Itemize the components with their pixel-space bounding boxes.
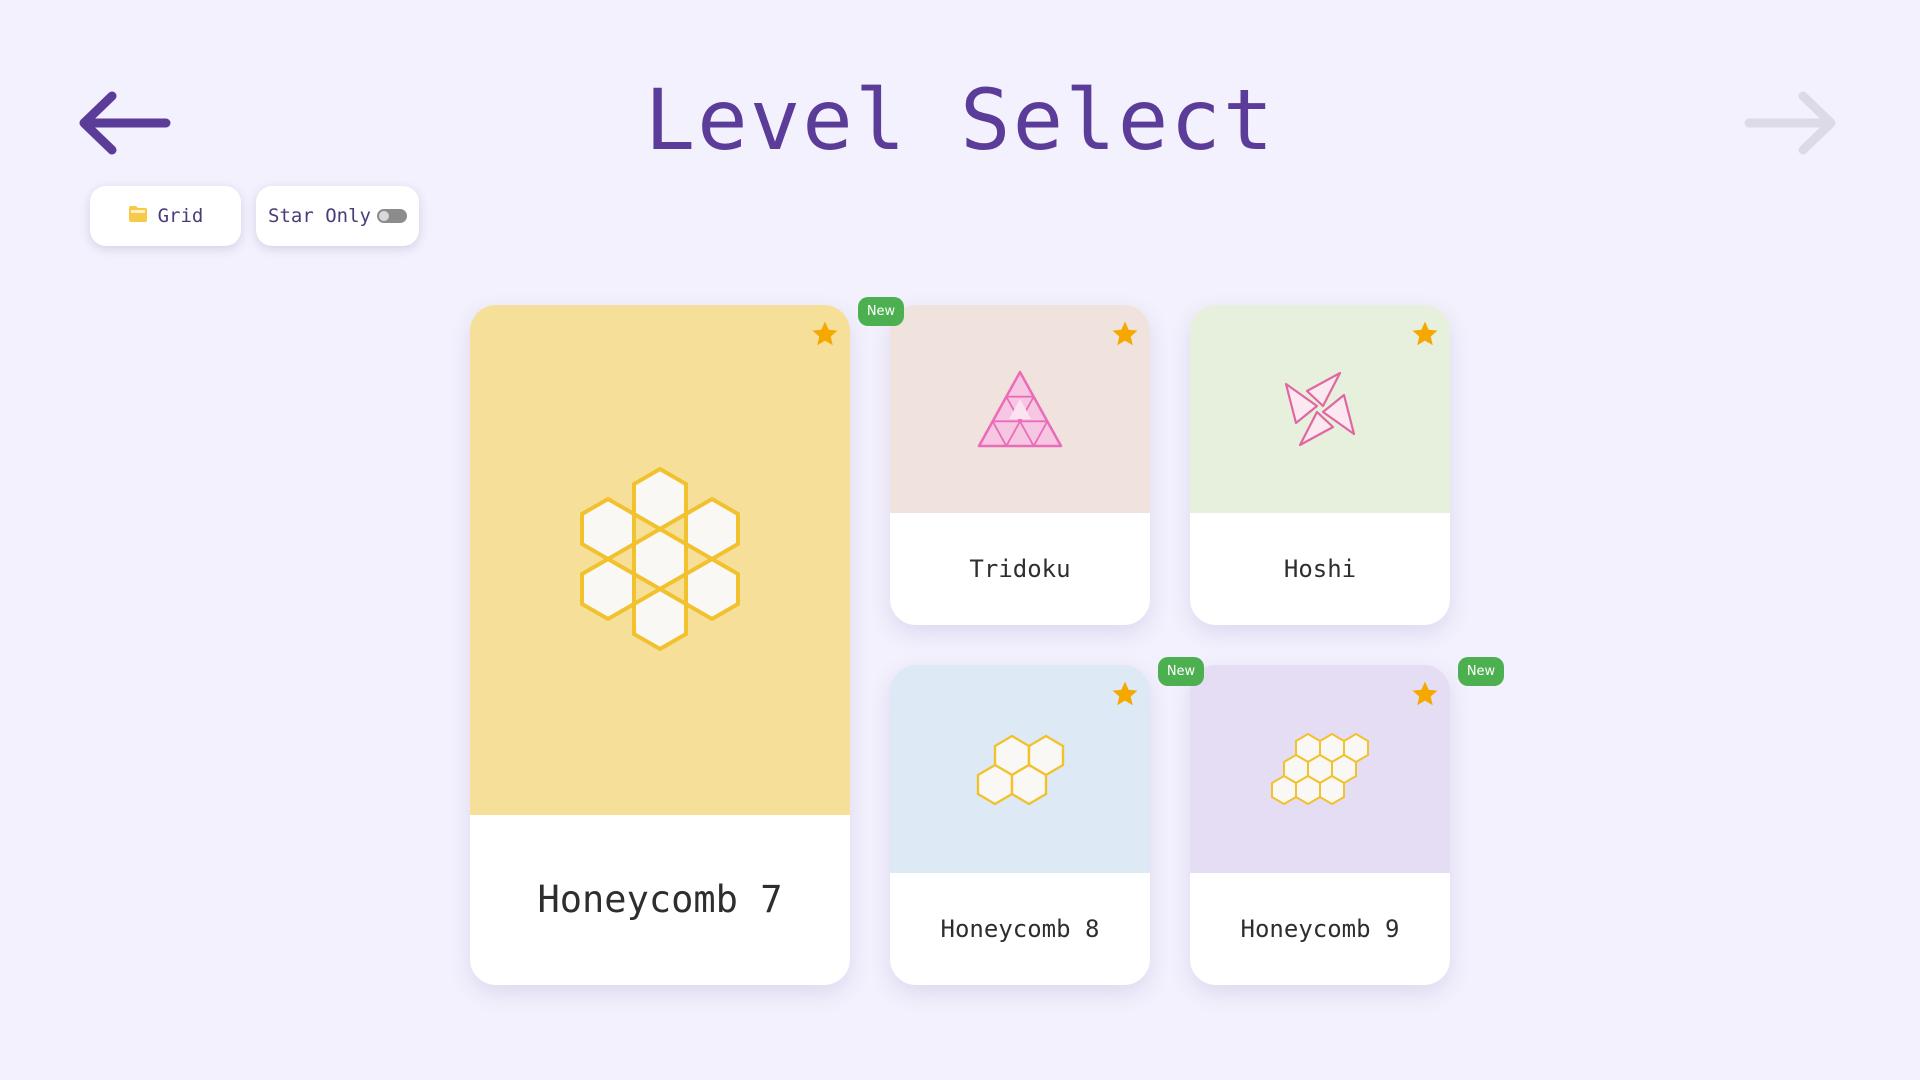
level-card-tridoku[interactable]: Tridoku (890, 305, 1150, 625)
star-icon (812, 321, 838, 346)
grid-label: Grid (157, 205, 204, 227)
level-card-honeycomb-9[interactable]: Honeycomb 9 (1190, 665, 1450, 985)
page-title: Level Select (644, 71, 1276, 169)
level-name: Honeycomb 7 (537, 878, 783, 921)
level-name: Tridoku (969, 555, 1071, 583)
star-icon (1412, 681, 1438, 706)
level-card-honeycomb-7[interactable]: Honeycomb 7 (470, 305, 850, 985)
level-card-honeycomb-8[interactable]: Honeycomb 8 (890, 665, 1150, 985)
level-select-screen: Level Select Grid Star Only Honeycomb 7 … (0, 0, 1920, 1080)
level-name: Hoshi (1283, 555, 1357, 583)
triangle-grid-icon (977, 370, 1063, 448)
honeycomb-7-icon (580, 466, 740, 652)
forward-button[interactable] (1738, 78, 1848, 168)
level-art (470, 305, 850, 815)
new-badge: New (1458, 657, 1504, 686)
star-icon (1112, 321, 1138, 346)
star-only-toggle-button[interactable]: Star Only (256, 186, 419, 246)
star-only-label: Star Only (268, 205, 371, 227)
honeycomb-8-icon (976, 734, 1065, 805)
arrow-right-icon (1744, 91, 1836, 155)
honeycomb-9-icon (1271, 732, 1369, 806)
level-name: Honeycomb 8 (940, 915, 1100, 943)
folder-icon (128, 205, 148, 227)
grid-view-button[interactable]: Grid (90, 186, 241, 246)
star-icon (1112, 681, 1138, 706)
star-only-toggle[interactable] (376, 209, 407, 223)
level-card-hoshi[interactable]: Hoshi (1190, 305, 1450, 625)
toggle-knob (378, 211, 389, 221)
star-icon (1412, 321, 1438, 346)
new-badge: New (1158, 657, 1204, 686)
hoshi-star-icon (1284, 371, 1356, 447)
new-badge: New (858, 297, 904, 326)
level-name: Honeycomb 9 (1240, 915, 1400, 943)
